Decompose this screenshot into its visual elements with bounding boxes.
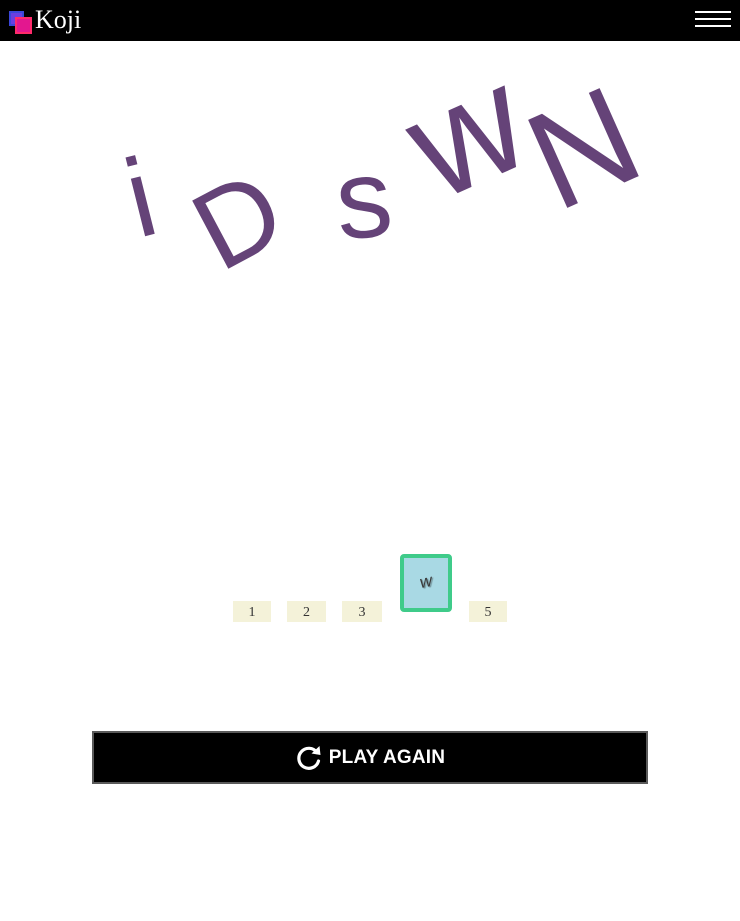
- menu-bar-line: [695, 18, 731, 20]
- answer-slot-4-tile[interactable]: w: [400, 554, 452, 612]
- brand-name[interactable]: Koji: [35, 5, 81, 35]
- answer-slot-3[interactable]: 3: [342, 601, 382, 622]
- answer-slot-1[interactable]: 1: [233, 601, 271, 622]
- letter-w[interactable]: w: [381, 60, 550, 232]
- tile-letter: w: [417, 570, 434, 593]
- letter-s[interactable]: s: [330, 134, 397, 263]
- play-again-button[interactable]: PLAY AGAIN: [92, 731, 648, 784]
- hamburger-menu-icon[interactable]: [694, 9, 732, 29]
- play-again-label: PLAY AGAIN: [328, 746, 446, 768]
- menu-bar-line: [695, 11, 731, 13]
- letter-i[interactable]: i: [113, 134, 167, 261]
- answer-slot-2[interactable]: 2: [287, 601, 326, 622]
- letter-n[interactable]: N: [505, 60, 661, 240]
- refresh-icon: [297, 745, 321, 770]
- menu-bar-line: [695, 25, 731, 27]
- answer-slot-5[interactable]: 5: [469, 601, 507, 622]
- koji-logo-icon[interactable]: [9, 11, 33, 35]
- letter-d[interactable]: D: [173, 146, 303, 280]
- scrambled-letters: i D s w N: [113, 60, 661, 280]
- top-bar: Koji: [0, 0, 740, 41]
- logo-front-square: [15, 17, 32, 34]
